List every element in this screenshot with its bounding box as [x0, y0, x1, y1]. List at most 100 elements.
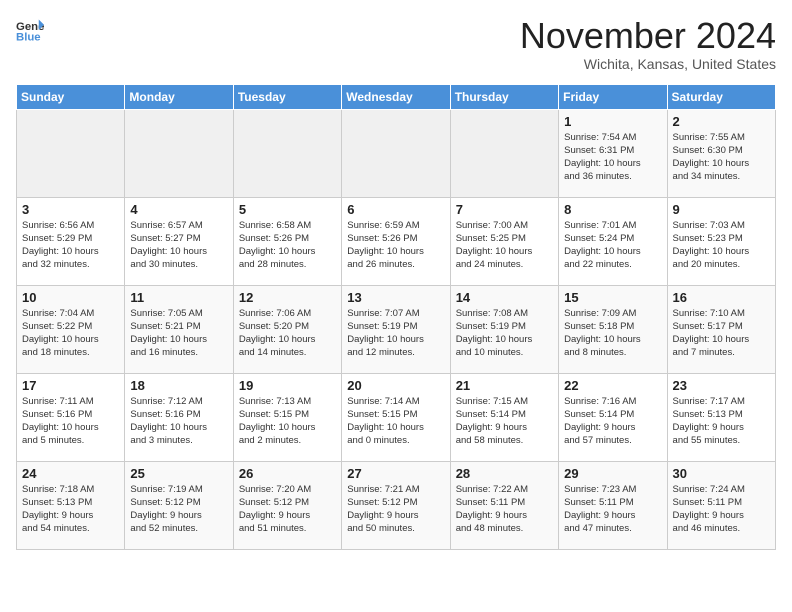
calendar-cell: 8Sunrise: 7:01 AM Sunset: 5:24 PM Daylig… [559, 197, 667, 285]
page-header: General Blue November 2024 Wichita, Kans… [16, 16, 776, 72]
day-info: Sunrise: 7:03 AM Sunset: 5:23 PM Dayligh… [673, 219, 770, 272]
day-number: 19 [239, 378, 336, 393]
calendar-week-row: 10 Sunrise: 7:04 AM Sunset: 5:22 PM Dayli… [17, 285, 776, 373]
calendar-cell: 5Sunrise: 6:58 AM Sunset: 5:26 PM Daylig… [233, 197, 341, 285]
calendar-cell: 3Sunrise: 6:56 AM Sunset: 5:29 PM Daylig… [17, 197, 125, 285]
day-info: Sunrise: 7:12 AM Sunset: 5:16 PM Dayligh… [130, 395, 227, 448]
day-info: Sunrise: 7:23 AM Sunset: 5:11 PM Dayligh… [564, 483, 661, 536]
weekday-header: Thursday [450, 84, 558, 109]
calendar-cell: 20Sunrise: 7:14 AM Sunset: 5:15 PM Dayli… [342, 373, 450, 461]
calendar-cell [233, 109, 341, 197]
calendar-cell: 19 Sunrise: 7:13 AM Sunset: 5:15 PM Dayli… [233, 373, 341, 461]
day-number: 23 [673, 378, 770, 393]
calendar-cell: 30Sunrise: 7:24 AM Sunset: 5:11 PM Dayli… [667, 461, 775, 549]
calendar-cell: 25 Sunrise: 7:19 AM Sunset: 5:12 PM Dayli… [125, 461, 233, 549]
day-number: 25 [130, 466, 227, 481]
calendar-cell: 18 Sunrise: 7:12 AM Sunset: 5:16 PM Dayli… [125, 373, 233, 461]
calendar-week-row: 17 Sunrise: 7:11 AM Sunset: 5:16 PM Dayli… [17, 373, 776, 461]
day-number: 3 [22, 202, 119, 217]
day-number: 29 [564, 466, 661, 481]
calendar-cell: 2 Sunrise: 7:55 AM Sunset: 6:30 PM Daylig… [667, 109, 775, 197]
weekday-header: Saturday [667, 84, 775, 109]
weekday-header: Wednesday [342, 84, 450, 109]
day-info: Sunrise: 7:19 AM Sunset: 5:12 PM Dayligh… [130, 483, 227, 536]
day-number: 2 [673, 114, 770, 129]
day-info: Sunrise: 7:16 AM Sunset: 5:14 PM Dayligh… [564, 395, 661, 448]
day-number: 18 [130, 378, 227, 393]
day-info: Sunrise: 7:21 AM Sunset: 5:12 PM Dayligh… [347, 483, 444, 536]
day-info: Sunrise: 7:55 AM Sunset: 6:30 PM Dayligh… [673, 131, 770, 184]
calendar-cell: 15Sunrise: 7:09 AM Sunset: 5:18 PM Dayli… [559, 285, 667, 373]
day-info: Sunrise: 7:14 AM Sunset: 5:15 PM Dayligh… [347, 395, 444, 448]
day-number: 11 [130, 290, 227, 305]
calendar-cell: 12Sunrise: 7:06 AM Sunset: 5:20 PM Dayli… [233, 285, 341, 373]
calendar-cell [125, 109, 233, 197]
day-number: 6 [347, 202, 444, 217]
calendar-cell [450, 109, 558, 197]
month-title: November 2024 [520, 16, 776, 56]
location: Wichita, Kansas, United States [520, 56, 776, 72]
calendar-cell: 11 Sunrise: 7:05 AM Sunset: 5:21 PM Dayli… [125, 285, 233, 373]
day-number: 27 [347, 466, 444, 481]
day-info: Sunrise: 7:15 AM Sunset: 5:14 PM Dayligh… [456, 395, 553, 448]
day-number: 4 [130, 202, 227, 217]
day-number: 9 [673, 202, 770, 217]
day-info: Sunrise: 7:08 AM Sunset: 5:19 PM Dayligh… [456, 307, 553, 360]
day-number: 28 [456, 466, 553, 481]
weekday-header: Friday [559, 84, 667, 109]
day-number: 21 [456, 378, 553, 393]
calendar-week-row: 24 Sunrise: 7:18 AM Sunset: 5:13 PM Dayli… [17, 461, 776, 549]
day-number: 22 [564, 378, 661, 393]
calendar-cell: 29 Sunrise: 7:23 AM Sunset: 5:11 PM Dayli… [559, 461, 667, 549]
day-info: Sunrise: 6:57 AM Sunset: 5:27 PM Dayligh… [130, 219, 227, 272]
day-info: Sunrise: 7:22 AM Sunset: 5:11 PM Dayligh… [456, 483, 553, 536]
weekday-header: Monday [125, 84, 233, 109]
calendar-cell: 16Sunrise: 7:10 AM Sunset: 5:17 PM Dayli… [667, 285, 775, 373]
calendar-cell: 28 Sunrise: 7:22 AM Sunset: 5:11 PM Dayli… [450, 461, 558, 549]
day-info: Sunrise: 7:13 AM Sunset: 5:15 PM Dayligh… [239, 395, 336, 448]
day-info: Sunrise: 7:05 AM Sunset: 5:21 PM Dayligh… [130, 307, 227, 360]
calendar-cell: 6 Sunrise: 6:59 AM Sunset: 5:26 PM Daylig… [342, 197, 450, 285]
day-number: 14 [456, 290, 553, 305]
day-number: 30 [673, 466, 770, 481]
day-number: 5 [239, 202, 336, 217]
day-number: 24 [22, 466, 119, 481]
calendar-cell [17, 109, 125, 197]
calendar-cell [342, 109, 450, 197]
calendar-cell: 23 Sunrise: 7:17 AM Sunset: 5:13 PM Dayli… [667, 373, 775, 461]
calendar-cell: 21 Sunrise: 7:15 AM Sunset: 5:14 PM Dayli… [450, 373, 558, 461]
day-number: 10 [22, 290, 119, 305]
weekday-header: Tuesday [233, 84, 341, 109]
calendar-cell: 4 Sunrise: 6:57 AM Sunset: 5:27 PM Daylig… [125, 197, 233, 285]
day-info: Sunrise: 7:07 AM Sunset: 5:19 PM Dayligh… [347, 307, 444, 360]
day-info: Sunrise: 7:18 AM Sunset: 5:13 PM Dayligh… [22, 483, 119, 536]
calendar-cell: 13 Sunrise: 7:07 AM Sunset: 5:19 PM Dayli… [342, 285, 450, 373]
calendar-week-row: 1 Sunrise: 7:54 AM Sunset: 6:31 PM Daylig… [17, 109, 776, 197]
calendar-table: SundayMondayTuesdayWednesdayThursdayFrid… [16, 84, 776, 550]
day-number: 12 [239, 290, 336, 305]
day-info: Sunrise: 7:00 AM Sunset: 5:25 PM Dayligh… [456, 219, 553, 272]
calendar-cell: 1 Sunrise: 7:54 AM Sunset: 6:31 PM Daylig… [559, 109, 667, 197]
day-info: Sunrise: 7:54 AM Sunset: 6:31 PM Dayligh… [564, 131, 661, 184]
calendar-cell: 14 Sunrise: 7:08 AM Sunset: 5:19 PM Dayli… [450, 285, 558, 373]
calendar-cell: 10 Sunrise: 7:04 AM Sunset: 5:22 PM Dayli… [17, 285, 125, 373]
day-info: Sunrise: 7:17 AM Sunset: 5:13 PM Dayligh… [673, 395, 770, 448]
calendar-week-row: 3Sunrise: 6:56 AM Sunset: 5:29 PM Daylig… [17, 197, 776, 285]
day-info: Sunrise: 7:09 AM Sunset: 5:18 PM Dayligh… [564, 307, 661, 360]
day-info: Sunrise: 7:04 AM Sunset: 5:22 PM Dayligh… [22, 307, 119, 360]
calendar-cell: 22 Sunrise: 7:16 AM Sunset: 5:14 PM Dayli… [559, 373, 667, 461]
logo: General Blue [16, 16, 44, 44]
day-number: 26 [239, 466, 336, 481]
day-info: Sunrise: 6:59 AM Sunset: 5:26 PM Dayligh… [347, 219, 444, 272]
day-number: 17 [22, 378, 119, 393]
calendar-cell: 26 Sunrise: 7:20 AM Sunset: 5:12 PM Dayli… [233, 461, 341, 549]
day-info: Sunrise: 7:20 AM Sunset: 5:12 PM Dayligh… [239, 483, 336, 536]
day-number: 7 [456, 202, 553, 217]
day-number: 1 [564, 114, 661, 129]
day-info: Sunrise: 7:11 AM Sunset: 5:16 PM Dayligh… [22, 395, 119, 448]
weekday-header-row: SundayMondayTuesdayWednesdayThursdayFrid… [17, 84, 776, 109]
svg-text:Blue: Blue [16, 32, 41, 44]
day-number: 13 [347, 290, 444, 305]
calendar-cell: 24 Sunrise: 7:18 AM Sunset: 5:13 PM Dayli… [17, 461, 125, 549]
logo-icon: General Blue [16, 16, 44, 44]
